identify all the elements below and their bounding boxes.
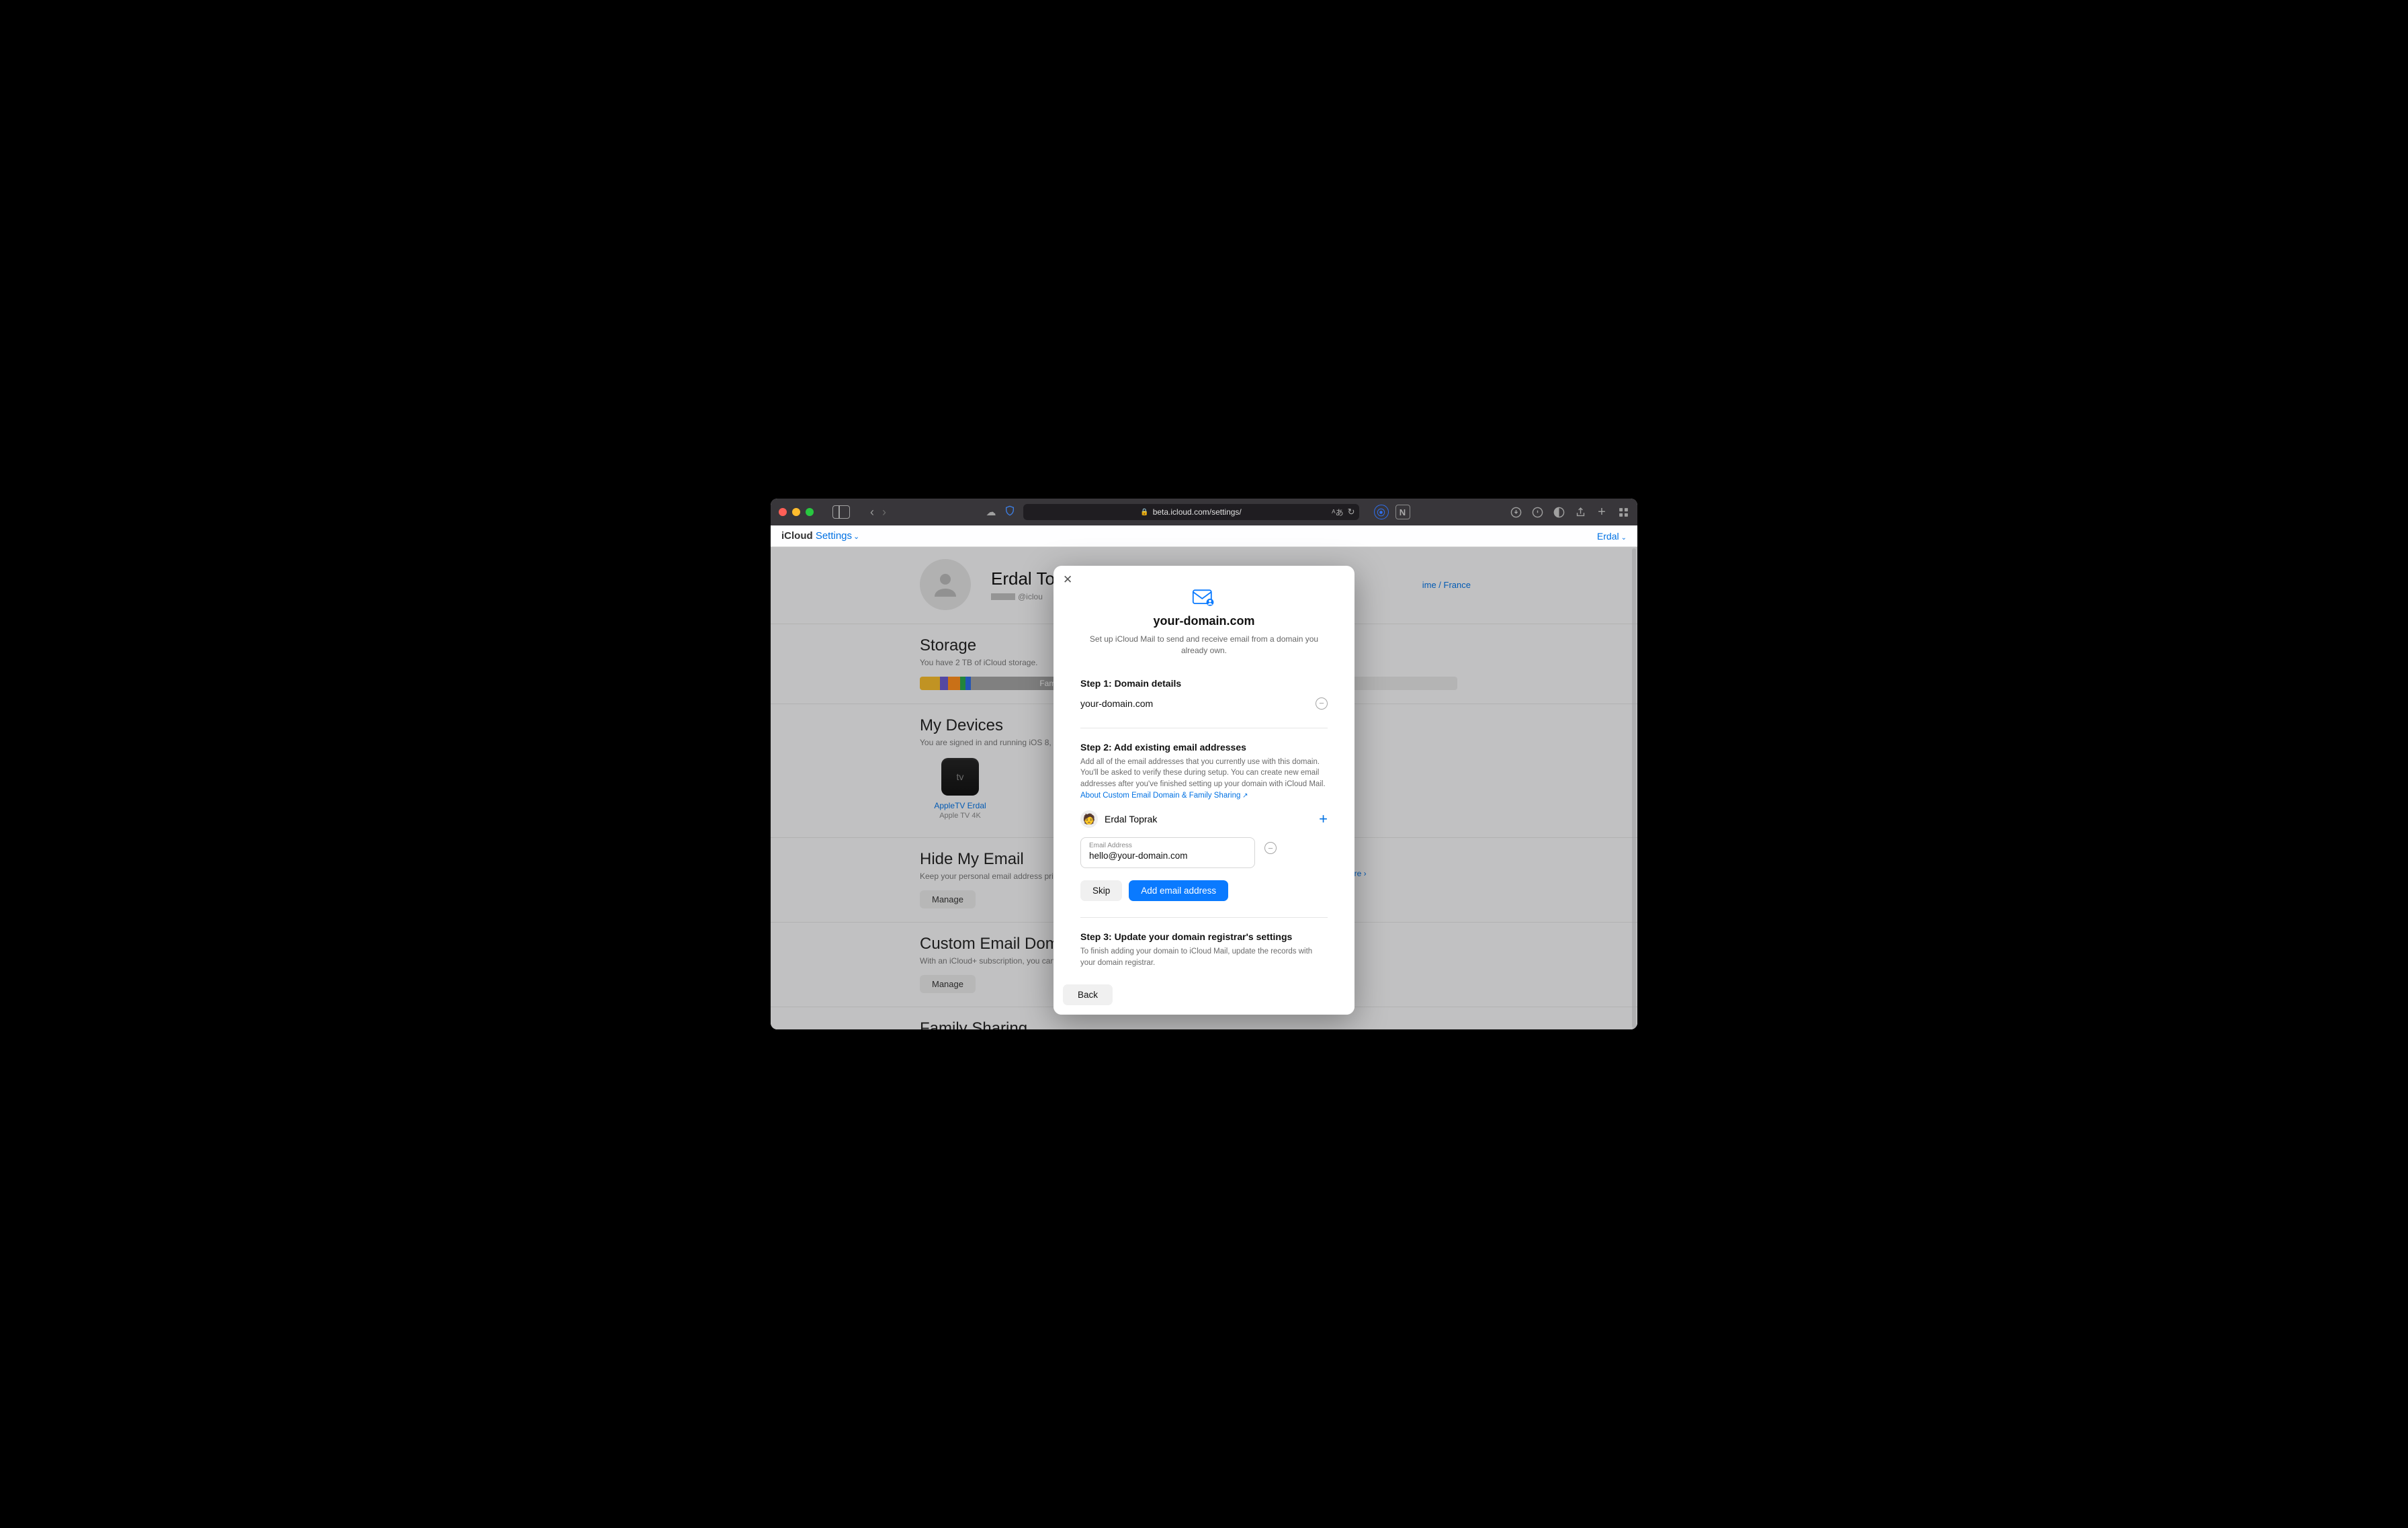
chevron-down-icon: ⌄ xyxy=(1621,534,1627,542)
translate-icon[interactable]: ᴬあ xyxy=(1332,507,1343,518)
tab-overview-icon[interactable] xyxy=(1617,506,1629,518)
extension-1password-icon[interactable]: ⦿ xyxy=(1374,505,1389,519)
brand-settings: Settings xyxy=(816,530,852,542)
user-avatar: 🧑 xyxy=(1080,810,1098,828)
share-icon[interactable] xyxy=(1574,506,1586,518)
back-nav-button[interactable]: ‹ xyxy=(870,505,874,519)
appearance-icon[interactable] xyxy=(1553,506,1565,518)
minimize-window-button[interactable] xyxy=(792,508,800,516)
privacy-report-icon[interactable] xyxy=(1531,506,1543,518)
page-header: iCloud Settings⌄ Erdal⌄ xyxy=(771,525,1637,547)
user-name-label: Erdal Toprak xyxy=(1105,814,1157,824)
step3-heading: Step 3: Update your domain registrar's s… xyxy=(1080,931,1328,942)
chevron-down-icon: ⌄ xyxy=(853,533,859,541)
url-text: beta.icloud.com/settings/ xyxy=(1153,507,1242,517)
sidebar-toggle-icon[interactable] xyxy=(832,505,850,519)
mail-domain-icon xyxy=(1192,589,1216,607)
remove-domain-button[interactable]: − xyxy=(1316,697,1328,710)
close-window-button[interactable] xyxy=(779,508,787,516)
account-menu[interactable]: Erdal⌄ xyxy=(1597,531,1627,542)
step2-description: Add all of the email addresses that you … xyxy=(1080,757,1328,802)
email-address-field[interactable]: Email Address xyxy=(1080,837,1255,868)
add-user-button[interactable]: + xyxy=(1319,810,1328,828)
add-email-button[interactable]: Add email address xyxy=(1129,880,1228,901)
lock-icon: 🔒 xyxy=(1140,509,1148,516)
reload-icon[interactable]: ↻ xyxy=(1348,507,1355,517)
account-name: Erdal xyxy=(1597,531,1619,542)
step3-description: To finish adding your domain to iCloud M… xyxy=(1080,946,1328,968)
modal-title: your-domain.com xyxy=(1080,614,1328,628)
back-button[interactable]: Back xyxy=(1063,984,1113,1005)
window-controls xyxy=(779,508,814,516)
modal-close-button[interactable]: ✕ xyxy=(1063,574,1072,585)
new-tab-icon[interactable]: + xyxy=(1596,506,1608,518)
step2-heading: Step 2: Add existing email addresses xyxy=(1080,742,1328,753)
custom-domain-modal: ✕ your-domain.com Set up iCloud Mail to … xyxy=(1054,566,1354,1015)
cloud-icon[interactable]: ☁ xyxy=(986,506,996,518)
email-field-label: Email Address xyxy=(1089,842,1132,849)
extension-notion-icon[interactable]: N xyxy=(1395,505,1410,519)
shield-icon[interactable] xyxy=(1004,505,1015,519)
address-bar[interactable]: 🔒 beta.icloud.com/settings/ ᴬあ ↻ xyxy=(1023,504,1359,520)
fullscreen-window-button[interactable] xyxy=(806,508,814,516)
forward-nav-button[interactable]: › xyxy=(882,505,886,519)
titlebar: ‹ › ☁ 🔒 beta.icloud.com/settings/ ᴬあ ↻ ⦿… xyxy=(771,499,1637,525)
downloads-icon[interactable] xyxy=(1510,506,1522,518)
remove-email-button[interactable]: − xyxy=(1264,842,1277,854)
brand-icloud: iCloud xyxy=(781,530,813,542)
browser-window: ‹ › ☁ 🔒 beta.icloud.com/settings/ ᴬあ ↻ ⦿… xyxy=(771,499,1637,1029)
modal-subtitle: Set up iCloud Mail to send and receive e… xyxy=(1080,634,1328,656)
skip-button[interactable]: Skip xyxy=(1080,880,1122,901)
step1-heading: Step 1: Domain details xyxy=(1080,678,1328,689)
breadcrumb[interactable]: iCloud Settings⌄ xyxy=(781,530,859,542)
step1-domain-value: your-domain.com xyxy=(1080,698,1153,709)
email-input[interactable] xyxy=(1089,851,1246,861)
step2-help-link[interactable]: About Custom Email Domain & Family Shari… xyxy=(1080,792,1248,800)
